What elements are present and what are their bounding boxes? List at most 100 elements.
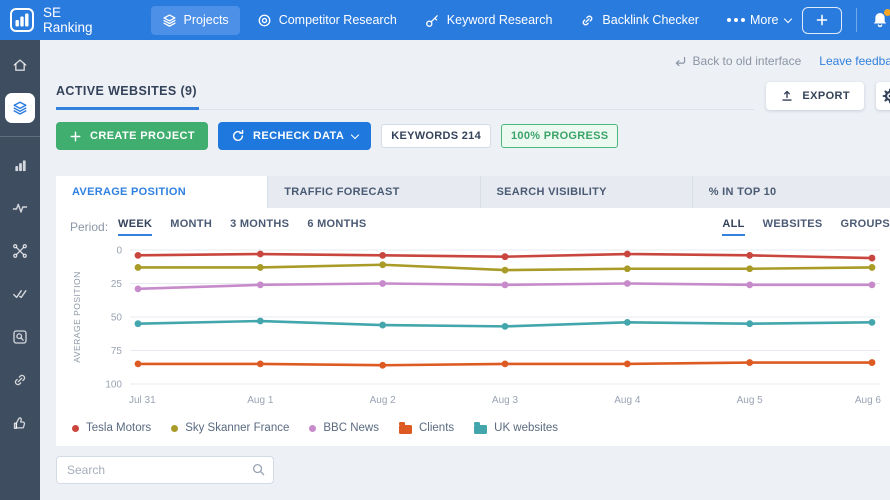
header-row: ACTIVE WEBSITES (9) EXPORT bbox=[56, 78, 890, 110]
activity-pulse-icon bbox=[12, 200, 28, 216]
recheck-data-button[interactable]: RECHECK DATA bbox=[218, 122, 371, 150]
search-icon bbox=[251, 462, 266, 477]
svg-text:Aug 6: Aug 6 bbox=[855, 395, 882, 406]
sidebar-divider bbox=[0, 136, 40, 137]
main-nav: Projects Competitor Research Keyword Res… bbox=[151, 6, 803, 35]
export-upload-icon bbox=[780, 89, 794, 103]
layers-icon bbox=[162, 13, 177, 28]
tab-average-position[interactable]: AVERAGE POSITION bbox=[56, 176, 268, 208]
svg-text:Aug 5: Aug 5 bbox=[737, 395, 764, 406]
chart-legend: Tesla Motors Sky Skanner France BBC News Cl… bbox=[70, 412, 890, 438]
period-row: Period: WEEK MONTH 3 MONTHS 6 MONTHS ALL… bbox=[70, 218, 890, 236]
svg-text:75: 75 bbox=[111, 346, 123, 357]
legend-item[interactable]: UK websites bbox=[474, 422, 558, 434]
nav-item-competitor-research[interactable]: Competitor Research bbox=[246, 6, 408, 35]
group-folder-icon bbox=[399, 425, 412, 434]
progress-badge: 100% PROGRESS bbox=[501, 124, 618, 148]
sidebar-item-site-audit[interactable] bbox=[5, 322, 35, 352]
home-icon bbox=[12, 57, 28, 73]
export-button[interactable]: EXPORT bbox=[766, 82, 864, 110]
active-websites-tab[interactable]: ACTIVE WEBSITES (9) bbox=[56, 78, 199, 110]
svg-text:25: 25 bbox=[111, 279, 123, 290]
search-wrap bbox=[56, 456, 274, 484]
sidebar-item-home[interactable] bbox=[5, 50, 35, 80]
legend-item[interactable]: Sky Skanner France bbox=[171, 422, 289, 434]
period-week[interactable]: WEEK bbox=[118, 218, 152, 236]
sidebar-item-tasks[interactable] bbox=[5, 279, 35, 309]
svg-text:Aug 3: Aug 3 bbox=[492, 395, 519, 406]
sidebar-item-analytics[interactable] bbox=[5, 193, 35, 223]
chart-panel: Period: WEEK MONTH 3 MONTHS 6 MONTHS ALL… bbox=[56, 208, 890, 446]
sidebar-item-backlinks[interactable] bbox=[5, 365, 35, 395]
scope-all[interactable]: ALL bbox=[722, 218, 744, 236]
period-month[interactable]: MONTH bbox=[170, 218, 212, 236]
svg-text:0: 0 bbox=[116, 246, 122, 257]
thumb-up-icon bbox=[12, 415, 28, 431]
group-folder-icon bbox=[474, 425, 487, 434]
tab-percent-in-top10[interactable]: % IN TOP 10 bbox=[693, 176, 890, 208]
site-audit-icon bbox=[12, 329, 28, 345]
search-row bbox=[56, 456, 890, 484]
return-arrow-icon bbox=[674, 55, 687, 68]
more-dots-icon bbox=[727, 18, 731, 22]
sidebar-item-projects[interactable] bbox=[5, 93, 35, 123]
search-input[interactable] bbox=[56, 456, 274, 484]
leave-feedback-link[interactable]: Leave feedback bbox=[819, 54, 890, 68]
projects-layers-icon bbox=[12, 100, 28, 116]
legend-item[interactable]: BBC News bbox=[309, 422, 379, 434]
svg-text:Aug 2: Aug 2 bbox=[370, 395, 397, 406]
settings-button[interactable] bbox=[876, 82, 890, 110]
back-to-old-interface-link[interactable]: Back to old interface bbox=[674, 54, 802, 68]
target-icon bbox=[257, 13, 272, 28]
title-wrap: ACTIVE WEBSITES (9) bbox=[56, 78, 754, 110]
nav-item-projects[interactable]: Projects bbox=[151, 6, 240, 35]
legend-item[interactable]: Clients bbox=[399, 422, 454, 434]
key-icon bbox=[425, 13, 440, 28]
legend-label: Tesla Motors bbox=[86, 422, 151, 434]
create-project-label: CREATE PROJECT bbox=[90, 130, 195, 142]
tab-search-visibility[interactable]: SEARCH VISIBILITY bbox=[481, 176, 693, 208]
nav-item-backlink-checker[interactable]: Backlink Checker bbox=[569, 6, 710, 35]
notification-badge bbox=[884, 9, 890, 16]
refresh-icon bbox=[231, 129, 245, 143]
average-position-chart[interactable]: 0255075100AVERAGE POSITIONJul 31Aug 1Aug… bbox=[70, 236, 890, 412]
checklist-icon bbox=[12, 286, 28, 302]
keywords-count-badge: KEYWORDS 214 bbox=[381, 124, 491, 148]
legend-label: Sky Skanner France bbox=[185, 422, 289, 434]
tab-traffic-forecast[interactable]: TRAFFIC FORECAST bbox=[268, 176, 480, 208]
chart-tabs: AVERAGE POSITION TRAFFIC FORECAST SEARCH… bbox=[56, 176, 890, 208]
se-ranking-logo-icon bbox=[10, 8, 34, 32]
navbar-right: $9740.85104 DA bbox=[802, 7, 890, 34]
nav-item-more[interactable]: More bbox=[716, 6, 802, 34]
series-dot-icon bbox=[72, 425, 79, 432]
notifications-button[interactable] bbox=[871, 11, 889, 29]
scope-groups[interactable]: GROUPS bbox=[841, 218, 890, 236]
add-project-button[interactable] bbox=[802, 7, 842, 34]
legend-label: BBC News bbox=[323, 422, 379, 434]
legend-label: Clients bbox=[419, 422, 454, 434]
nav-label: Competitor Research bbox=[279, 13, 397, 27]
create-project-button[interactable]: CREATE PROJECT bbox=[56, 122, 208, 150]
chevron-down-icon bbox=[351, 130, 359, 138]
export-label: EXPORT bbox=[802, 90, 850, 102]
backlinks-chain-icon bbox=[12, 372, 28, 388]
svg-text:50: 50 bbox=[111, 313, 123, 324]
top-navbar: SE Ranking Projects Competitor Research … bbox=[0, 0, 890, 40]
recheck-data-label: RECHECK DATA bbox=[253, 130, 344, 142]
period-3-months[interactable]: 3 MONTHS bbox=[230, 218, 289, 236]
svg-text:Jul 31: Jul 31 bbox=[129, 395, 156, 406]
rankings-bars-icon bbox=[13, 158, 28, 173]
legend-item[interactable]: Tesla Motors bbox=[72, 422, 151, 434]
sidebar-item-social[interactable] bbox=[5, 408, 35, 438]
sidebar-item-competitors[interactable] bbox=[5, 236, 35, 266]
brand[interactable]: SE Ranking bbox=[10, 5, 93, 35]
scope-websites[interactable]: WEBSITES bbox=[763, 218, 823, 236]
nav-item-keyword-research[interactable]: Keyword Research bbox=[414, 6, 564, 35]
series-dot-icon bbox=[309, 425, 316, 432]
brand-name: SE Ranking bbox=[43, 5, 93, 35]
divider bbox=[856, 8, 857, 32]
sidebar-item-rankings[interactable] bbox=[5, 150, 35, 180]
top-links-row: Back to old interface Leave feedback bbox=[56, 50, 890, 72]
period-6-months[interactable]: 6 MONTHS bbox=[307, 218, 366, 236]
competitors-icon bbox=[12, 243, 28, 259]
